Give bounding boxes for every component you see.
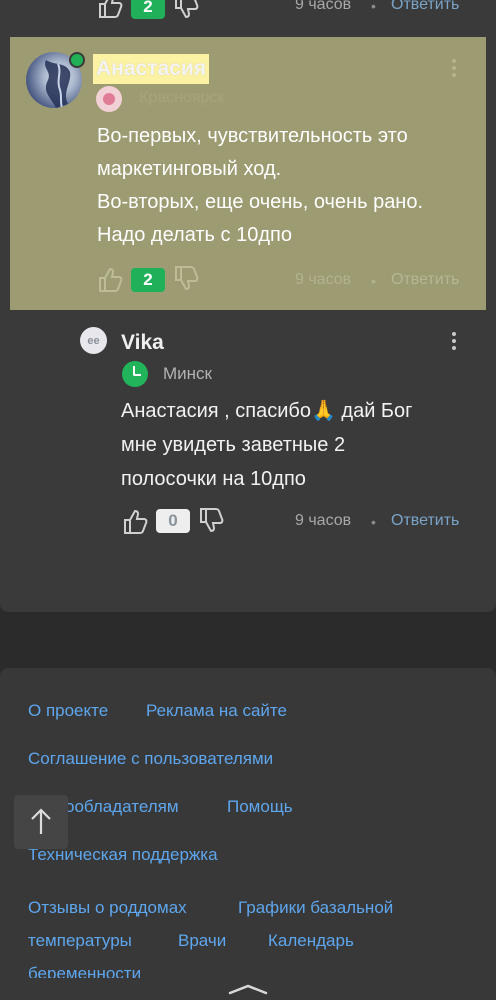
footer-link-ads[interactable]: Реклама на сайте — [146, 701, 287, 721]
previous-comment-actions: 2 9 часов • Ответить — [0, 0, 496, 22]
footer-link-help[interactable]: Помощь — [227, 797, 293, 817]
like-count: 2 — [131, 0, 165, 19]
thumbs-down-icon[interactable] — [197, 506, 225, 534]
separator-dot: • — [371, 273, 376, 289]
footer-link-about[interactable]: О проекте — [28, 701, 108, 721]
footer-link-charts-cont[interactable]: температуры — [28, 931, 132, 951]
reply-link[interactable]: Ответить — [391, 271, 459, 289]
avatar[interactable]: ee — [80, 327, 107, 354]
more-options-icon[interactable] — [451, 56, 457, 80]
comment-author[interactable]: Анастасия — [93, 54, 210, 84]
footer-link-agreement[interactable]: Соглашение с пользователями — [28, 749, 273, 769]
reply-link[interactable]: Ответить — [391, 0, 459, 14]
arrow-up-icon — [31, 808, 51, 834]
city-badge-icon — [96, 86, 122, 112]
scroll-to-top-button[interactable] — [14, 795, 68, 849]
footer-link-calendar-cont[interactable]: беременности — [28, 964, 141, 978]
comment-time: 9 часов — [295, 512, 352, 529]
thumbs-up-icon[interactable] — [96, 0, 124, 20]
thumbs-up-icon[interactable] — [96, 266, 124, 294]
chevron-up-icon[interactable] — [228, 983, 268, 995]
comment-time: 9 часов — [295, 0, 352, 13]
comment-time: 9 часов — [295, 271, 352, 288]
reply-link[interactable]: Ответить — [391, 512, 459, 530]
footer-link-doctors[interactable]: Врачи — [178, 931, 226, 951]
comment-author[interactable]: Vika — [121, 331, 164, 355]
footer-link-charts[interactable]: Графики базальной — [238, 898, 393, 918]
online-indicator — [69, 52, 85, 68]
comment-text: Анастасия , спасибо🙏 дай Бог мне увидеть… — [121, 400, 413, 490]
comment-text: Во-первых, чувствительность это маркетин… — [97, 125, 424, 246]
thumbs-up-icon[interactable] — [121, 508, 149, 536]
more-options-icon[interactable] — [451, 329, 457, 353]
city-badge-icon — [122, 361, 148, 387]
comment-city: Красноярск — [139, 89, 225, 106]
separator-dot: • — [371, 0, 376, 14]
footer-link-rights[interactable]: ообладателям — [65, 797, 179, 817]
footer-link-calendar[interactable]: Календарь — [268, 931, 354, 951]
separator-dot: • — [371, 514, 376, 530]
footer-link-maternity[interactable]: Отзывы о роддомах — [28, 898, 187, 918]
like-count: 2 — [131, 268, 165, 292]
thumbs-down-icon[interactable] — [172, 264, 200, 292]
comment-city: Минск — [163, 364, 212, 383]
like-count: 0 — [156, 509, 190, 533]
thumbs-down-icon[interactable] — [172, 0, 200, 20]
